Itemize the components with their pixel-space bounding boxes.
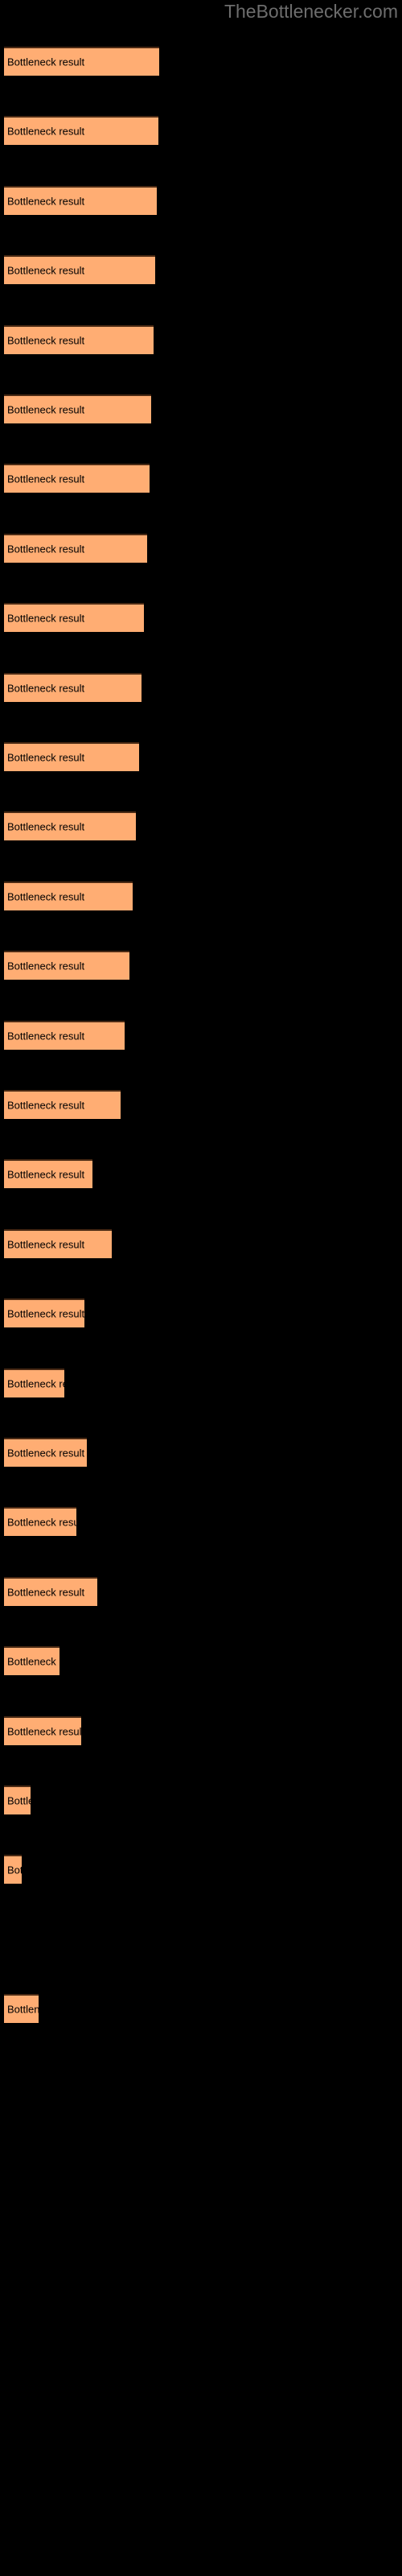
bar-bottleneck-result[interactable]: Bottleneck result xyxy=(4,324,154,354)
bar-series: Bottleneck result Bottleneck result Bottle… xyxy=(0,0,402,2576)
bar-label: Bottleneck result xyxy=(7,1030,85,1042)
bar-bottleneck-result[interactable]: Bottleneck result xyxy=(4,47,159,76)
bar-label: Bottleneck result xyxy=(7,195,85,208)
bar-label: Bottleneck result xyxy=(7,1238,85,1251)
bar-label: Bottleneck result xyxy=(7,1864,22,1876)
bar-label: Bottleneck result xyxy=(7,1516,76,1529)
bar-label: Bottleneck result xyxy=(7,612,85,625)
bar-label: Bottleneck result xyxy=(7,751,85,764)
bar-label: Bottleneck result xyxy=(7,1586,85,1599)
bar-label: Bottleneck result xyxy=(7,1099,85,1112)
bar-bottleneck-result[interactable]: Bottleneck result xyxy=(4,1228,112,1258)
bar-bottleneck-result[interactable]: Bottleneck result xyxy=(4,1855,22,1885)
bar-bottleneck-result[interactable]: Bottleneck result xyxy=(4,742,139,771)
bar-label: Bottleneck result xyxy=(7,820,85,833)
bar-bottleneck-result[interactable]: Bottleneck result xyxy=(4,1785,31,1814)
bar-bottleneck-result[interactable]: Bottleneck result xyxy=(4,533,147,563)
bar-bottleneck-result[interactable]: Bottleneck result xyxy=(4,1368,64,1397)
bar-label: Bottleneck result xyxy=(7,890,85,903)
bar-bottleneck-result[interactable]: Bottleneck result xyxy=(4,603,144,633)
bar-label: Bottleneck result xyxy=(7,1307,84,1320)
bar-bottleneck-result[interactable]: Bottleneck result xyxy=(4,1090,121,1119)
bottleneck-chart: TheBottlenecker.com Bottleneck result Bot… xyxy=(0,0,402,2576)
bar-bottleneck-result[interactable]: Bottleneck result xyxy=(4,1298,84,1328)
bar-bottleneck-result[interactable]: Bottleneck result xyxy=(4,464,150,493)
bar-label: Bottleneck result xyxy=(7,543,85,555)
bar-bottleneck-result[interactable]: Bottleneck result xyxy=(4,1438,87,1467)
bar-label: Bottleneck result xyxy=(7,125,85,138)
bar-label: Bottleneck result xyxy=(7,1655,59,1668)
bar-label: Bottleneck result xyxy=(7,1447,85,1459)
bar-bottleneck-result[interactable]: Bottleneck result xyxy=(4,1576,97,1606)
bar-label: Bottleneck result xyxy=(7,1725,81,1738)
bar-bottleneck-result[interactable]: Bottleneck result xyxy=(4,1159,92,1189)
bar-label: Bottleneck result xyxy=(7,473,85,485)
bar-bottleneck-result[interactable]: Bottleneck result xyxy=(4,1994,39,2024)
bar-bottleneck-result[interactable]: Bottleneck result xyxy=(4,811,136,841)
bar-label: Bottleneck result xyxy=(7,2003,39,2016)
bar-bottleneck-result[interactable]: Bottleneck result xyxy=(4,672,142,702)
bar-bottleneck-result[interactable]: Bottleneck result xyxy=(4,951,129,980)
bar-label: Bottleneck result xyxy=(7,56,85,68)
bar-bottleneck-result[interactable]: Bottleneck result xyxy=(4,1020,125,1050)
bar-bottleneck-result[interactable]: Bottleneck result xyxy=(4,394,151,423)
bar-bottleneck-result[interactable]: Bottleneck result xyxy=(4,116,158,146)
bar-bottleneck-result[interactable]: Bottleneck result xyxy=(4,1715,81,1745)
bar-bottleneck-result[interactable]: Bottleneck result xyxy=(4,881,133,910)
bar-label: Bottleneck result xyxy=(7,403,85,416)
bar-label: Bottleneck result xyxy=(7,334,85,347)
bar-bottleneck-result[interactable]: Bottleneck result xyxy=(4,1646,59,1676)
bar-label: Bottleneck result xyxy=(7,682,85,695)
bar-bottleneck-result[interactable]: Bottleneck result xyxy=(4,255,155,285)
bar-label: Bottleneck result xyxy=(7,264,85,277)
bar-label: Bottleneck result xyxy=(7,1377,64,1390)
bar-label: Bottleneck result xyxy=(7,1168,85,1181)
bar-label: Bottleneck result xyxy=(7,1794,31,1807)
bar-label: Bottleneck result xyxy=(7,960,85,972)
bar-bottleneck-result[interactable]: Bottleneck result xyxy=(4,1507,76,1537)
bar-bottleneck-result[interactable]: Bottleneck result xyxy=(4,185,157,215)
